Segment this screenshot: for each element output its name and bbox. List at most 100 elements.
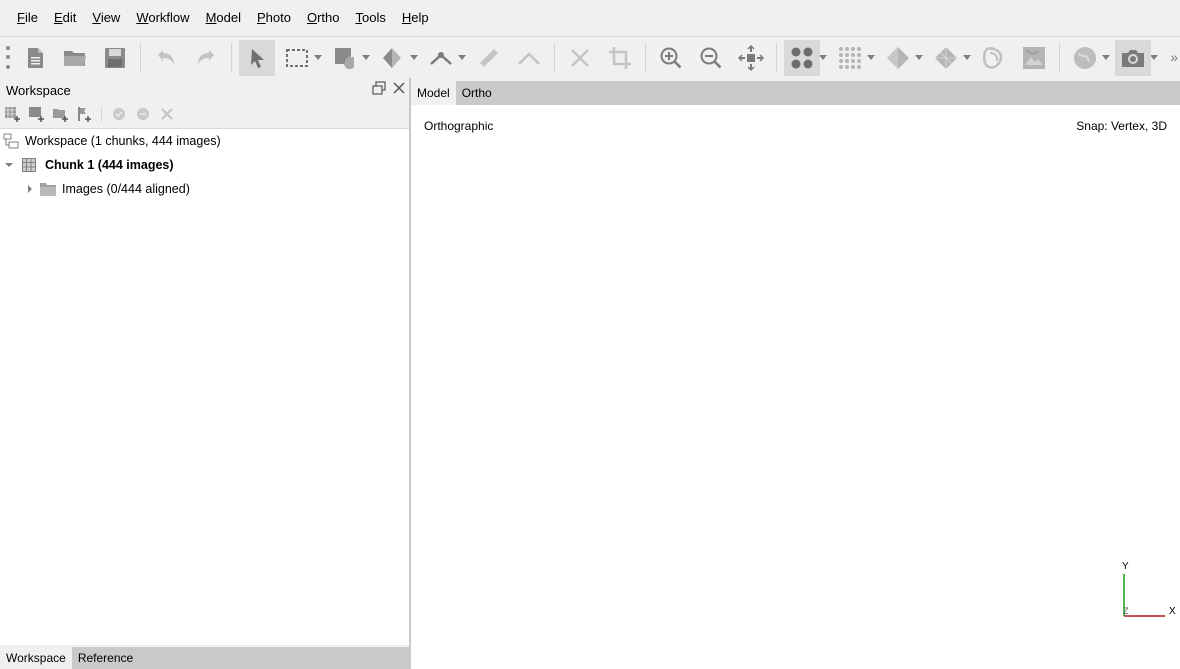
angle-icon (518, 51, 540, 65)
add-marker-button[interactable] (75, 105, 93, 123)
toolbar-grip-icon[interactable] (5, 44, 11, 72)
add-folder-button[interactable] (51, 105, 69, 123)
tree-item-label: Chunk 1 (444 images) (45, 158, 174, 172)
reset-view-button[interactable] (733, 40, 769, 76)
dense-cloud-button[interactable] (832, 40, 868, 76)
float-panel-icon[interactable] (372, 81, 386, 95)
crop-selection-button[interactable] (602, 40, 638, 76)
x-axis-label: X (1169, 606, 1176, 617)
tab-ortho[interactable]: Ortho (456, 81, 498, 105)
crop-icon (609, 46, 631, 69)
minus-circle-icon (137, 108, 149, 120)
chevron-down-icon (915, 54, 923, 60)
zoom-out-button[interactable] (693, 40, 729, 76)
rectangle-selection-button[interactable] (279, 40, 315, 76)
menu-edit[interactable]: Edit (46, 0, 84, 36)
enable-item-button[interactable] (110, 105, 128, 123)
model-wireframe-button[interactable] (928, 40, 964, 76)
select-tool-button[interactable] (239, 39, 275, 76)
open-project-button[interactable] (57, 40, 93, 76)
camera-icon (1122, 49, 1144, 67)
axes-indicator: Y X Z (1122, 561, 1176, 617)
toolbar-overflow-button[interactable]: » (1170, 49, 1178, 65)
close-icon (571, 48, 589, 67)
check-circle-icon (113, 108, 125, 120)
close-icon[interactable] (392, 81, 406, 95)
dense-cloud-icon (839, 46, 861, 69)
chevron-down-icon (1102, 54, 1110, 60)
chevron-down-icon[interactable] (5, 161, 13, 169)
undo-icon (158, 49, 174, 65)
orthomosaic-icon (1023, 46, 1045, 69)
select-arrow-icon (251, 48, 264, 68)
menu-photo[interactable]: Photo (249, 0, 299, 36)
model-viewport[interactable]: Orthographic Snap: Vertex, 3D Y X Z (411, 105, 1180, 669)
tab-workspace[interactable]: Workspace (0, 647, 72, 669)
z-axis-label: Z (1123, 606, 1129, 616)
polyline-icon (430, 51, 452, 65)
toolbar-separator (140, 42, 141, 73)
model-solid-button[interactable] (880, 40, 916, 76)
workspace-icon (3, 133, 19, 149)
zoom-out-icon (700, 47, 722, 68)
chevron-down-icon (819, 54, 827, 60)
point-cloud-icon (791, 47, 813, 68)
reset-view-icon (738, 44, 764, 71)
add-photos-button[interactable] (27, 105, 45, 123)
cut-shape-icon (383, 47, 401, 68)
main-toolbar: » (0, 37, 1180, 78)
menu-help[interactable]: Help (394, 0, 437, 36)
menu-view[interactable]: View (84, 0, 128, 36)
add-chunk-button[interactable] (3, 105, 21, 123)
tree-item-workspace[interactable]: Workspace (1 chunks, 444 images) (3, 130, 221, 152)
tiled-model-button[interactable] (976, 40, 1012, 76)
globe-view-button[interactable] (1067, 40, 1103, 76)
redo-button[interactable] (188, 40, 224, 76)
ruler-icon (480, 48, 498, 67)
new-project-button[interactable] (17, 40, 53, 76)
toolbar-separator (1059, 42, 1060, 73)
chevron-down-icon (458, 54, 466, 60)
navigation-hand-icon (335, 47, 354, 69)
menu-model[interactable]: Model (198, 0, 249, 36)
workspace-panel-header: Workspace (0, 78, 410, 102)
open-folder-icon (64, 50, 86, 66)
tree-item-images[interactable]: Images (0/444 aligned) (26, 178, 190, 200)
angle-button[interactable] (511, 40, 547, 76)
menu-tools[interactable]: Tools (348, 0, 394, 36)
projection-label: Orthographic (424, 119, 494, 133)
folder-icon (40, 183, 56, 196)
chevron-down-icon (963, 54, 971, 60)
view-tabs: Model Ortho (411, 81, 1180, 105)
tree-item-label: Images (0/444 aligned) (62, 182, 190, 196)
orthomosaic-button[interactable] (1016, 40, 1052, 76)
draw-polyline-button[interactable] (423, 40, 459, 76)
chunk-icon (22, 158, 36, 172)
remove-item-button[interactable] (158, 105, 176, 123)
cut-shape-button[interactable] (375, 40, 411, 76)
chevron-right-icon[interactable] (26, 185, 34, 193)
add-folder-icon (53, 109, 68, 122)
tree-item-chunk[interactable]: Chunk 1 (444 images) (5, 154, 174, 176)
toolbar-separator (554, 42, 555, 73)
ruler-button[interactable] (471, 40, 507, 76)
chevron-down-icon (362, 54, 370, 60)
tab-reference[interactable]: Reference (72, 647, 139, 669)
toolbar-separator (645, 42, 646, 73)
show-cameras-button[interactable] (1115, 39, 1151, 76)
delete-selection-button[interactable] (562, 40, 598, 76)
menu-workflow[interactable]: Workflow (128, 0, 197, 36)
rectangle-selection-icon (286, 48, 308, 67)
add-chunk-icon (5, 107, 20, 122)
menu-ortho[interactable]: Ortho (299, 0, 348, 36)
undo-button[interactable] (148, 40, 184, 76)
add-marker-icon (78, 107, 91, 122)
disable-item-button[interactable] (134, 105, 152, 123)
save-project-button[interactable] (97, 40, 133, 76)
tab-model[interactable]: Model (411, 81, 456, 105)
zoom-in-button[interactable] (653, 40, 689, 76)
navigation-button[interactable] (327, 40, 363, 76)
menu-file[interactable]: File (9, 0, 46, 36)
toolbar-separator (231, 42, 232, 73)
point-cloud-button[interactable] (784, 39, 820, 76)
